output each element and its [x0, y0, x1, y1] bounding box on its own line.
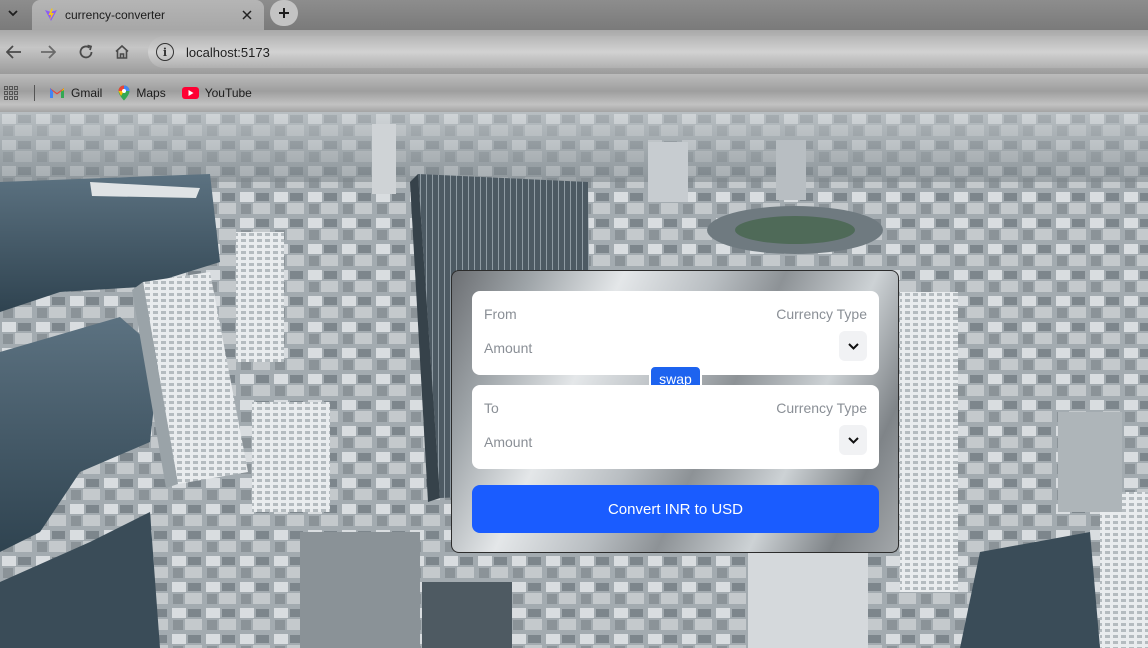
to-currency-type-label: Currency Type [776, 400, 867, 416]
from-currency-select[interactable] [839, 331, 867, 361]
reload-button[interactable] [74, 40, 98, 64]
tab-currency-converter[interactable]: currency-converter [32, 0, 264, 30]
to-currency-box: To Currency Type [472, 385, 879, 469]
chevron-down-icon [847, 342, 859, 350]
bookmark-youtube[interactable]: YouTube [181, 86, 252, 100]
to-label: To [484, 400, 499, 416]
converter-card: From Currency Type swap To Currency Type… [451, 270, 899, 553]
bookmarks-divider [34, 85, 35, 101]
tab-title: currency-converter [65, 8, 166, 22]
from-amount-input[interactable] [484, 337, 784, 359]
chevron-down-icon [847, 436, 859, 444]
maps-icon [118, 85, 130, 101]
bookmark-label: YouTube [204, 86, 252, 100]
arrow-right-icon [41, 45, 56, 59]
gmail-icon [50, 88, 64, 98]
to-amount-input[interactable] [484, 431, 784, 453]
tab-strip: currency-converter [0, 0, 1148, 30]
address-bar[interactable]: i localhost:5173 [148, 36, 1148, 68]
close-tab-button[interactable] [236, 4, 258, 26]
bookmark-gmail[interactable]: Gmail [49, 86, 102, 100]
from-label: From [484, 306, 517, 322]
home-icon [115, 44, 129, 59]
address-url: localhost:5173 [186, 44, 270, 60]
bookmarks-bar: Gmail Maps YouTube [0, 74, 1148, 112]
close-icon [242, 10, 252, 20]
home-button[interactable] [110, 40, 134, 64]
from-currency-box: From Currency Type [472, 291, 879, 375]
bookmark-label: Maps [136, 86, 166, 100]
chevron-down-icon [8, 9, 18, 16]
arrow-left-icon [6, 45, 21, 59]
forward-button[interactable] [36, 40, 60, 64]
bookmark-maps[interactable]: Maps [118, 85, 166, 101]
youtube-icon [181, 87, 199, 99]
new-tab-button[interactable] [270, 0, 298, 26]
tab-search-button[interactable] [0, 0, 26, 26]
vite-favicon-icon [45, 8, 57, 21]
page-viewport: From Currency Type swap To Currency Type… [0, 112, 1148, 648]
convert-button[interactable]: Convert INR to USD [472, 485, 879, 533]
browser-toolbar: i localhost:5173 [0, 30, 1148, 74]
from-currency-type-label: Currency Type [776, 306, 867, 322]
bookmark-label: Gmail [71, 86, 103, 100]
site-info-icon[interactable]: i [156, 43, 174, 61]
apps-grid-icon[interactable] [4, 86, 18, 100]
reload-icon [79, 44, 93, 59]
to-currency-select[interactable] [839, 425, 867, 455]
plus-icon [279, 8, 289, 18]
back-button[interactable] [2, 40, 26, 64]
